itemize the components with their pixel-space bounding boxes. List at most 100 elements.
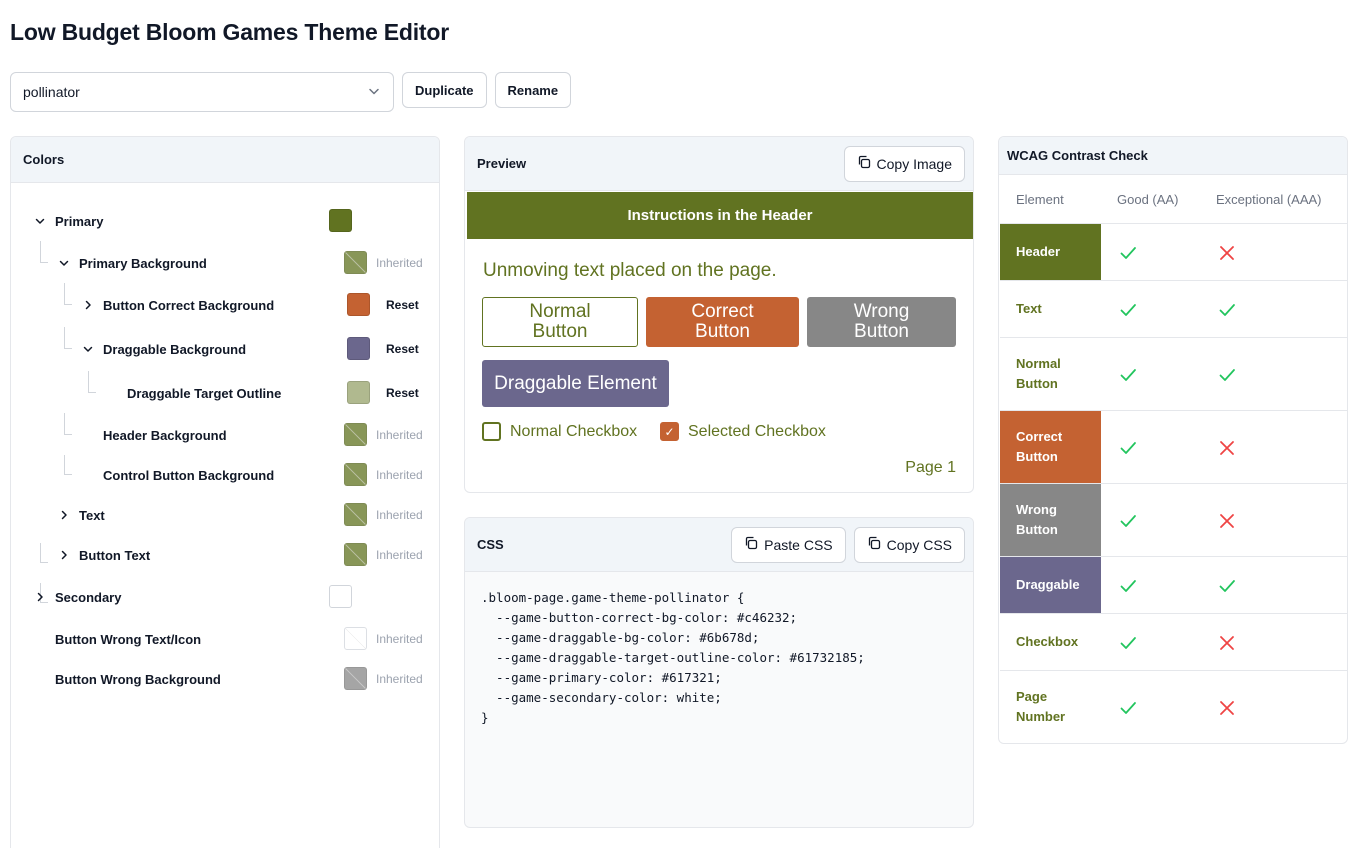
color-swatch[interactable]	[344, 667, 367, 690]
color-swatch[interactable]	[347, 337, 370, 360]
color-item-label: Button Wrong Text/Icon	[55, 631, 202, 647]
color-item-label: Text	[79, 507, 105, 523]
color-item[interactable]: Primary	[11, 209, 439, 233]
inherited-label: Inherited	[376, 548, 423, 562]
x-icon	[1217, 633, 1237, 653]
color-swatch[interactable]	[344, 627, 367, 650]
rename-button[interactable]: Rename	[494, 72, 572, 108]
copy-icon	[867, 536, 881, 553]
css-actions: Paste CSS Copy CSS	[731, 526, 965, 563]
reset-button[interactable]: Reset	[386, 386, 419, 400]
wcag-row: Header	[1000, 224, 1347, 281]
color-swatch[interactable]	[344, 423, 367, 446]
preview-wrong-button[interactable]: Wrong Button	[807, 297, 956, 347]
wcag-row: Page Number	[1000, 671, 1347, 743]
color-swatch[interactable]	[344, 251, 367, 274]
inherited-label: Inherited	[376, 632, 423, 646]
color-item[interactable]: Draggable Target Outline Reset	[11, 381, 439, 405]
chevron-down-icon	[367, 84, 381, 101]
color-swatch[interactable]	[347, 381, 370, 404]
theme-select-value: pollinator	[23, 84, 80, 100]
color-item-label: Control Button Background	[103, 467, 275, 483]
check-icon	[1118, 365, 1138, 385]
wcag-element-cell: Header	[1000, 224, 1101, 280]
colors-panel-header: Colors	[11, 137, 439, 183]
color-item-label: Primary Background	[79, 255, 207, 271]
color-item-label: Button Correct Background	[103, 297, 275, 313]
color-swatch[interactable]	[344, 503, 367, 526]
theme-select[interactable]: pollinator	[10, 72, 394, 112]
chevron-right-icon[interactable]	[33, 590, 47, 604]
chevron-right-icon[interactable]	[57, 508, 71, 522]
copy-css-button[interactable]: Copy CSS	[853, 526, 965, 563]
color-item-label: Button Wrong Background	[55, 671, 221, 687]
chevron-down-icon[interactable]	[33, 214, 47, 228]
preview-normal-button[interactable]: Normal Button	[482, 297, 638, 347]
colors-panel-title: Colors	[23, 152, 65, 167]
preview-panel: Preview Copy Image Instructions in the H…	[464, 136, 974, 493]
copy-image-button[interactable]: Copy Image	[843, 145, 965, 182]
check-icon	[1118, 511, 1138, 531]
color-item[interactable]: Button Correct Background Reset	[11, 293, 439, 317]
preview-draggable-element[interactable]: Draggable Element	[482, 360, 669, 407]
paste-css-label: Paste CSS	[764, 536, 833, 553]
wcag-row: Checkbox	[1000, 614, 1347, 671]
color-item[interactable]: Control Button Background Inherited	[11, 463, 439, 487]
x-icon	[1217, 438, 1237, 458]
inherited-label: Inherited	[376, 672, 423, 686]
duplicate-button[interactable]: Duplicate	[402, 72, 487, 108]
preview-correct-button[interactable]: Correct Button	[646, 297, 799, 347]
color-swatch[interactable]	[347, 293, 370, 316]
preview-selected-checkbox[interactable]: ✓ Selected Checkbox	[660, 422, 826, 441]
color-swatch[interactable]	[329, 585, 352, 608]
checkmark-icon: ✓	[664, 424, 675, 439]
wcag-panel-header: WCAG Contrast Check	[999, 137, 1347, 175]
x-icon	[1217, 698, 1237, 718]
chevron-down-icon[interactable]	[57, 256, 71, 270]
column-header-aa: Good (AA)	[1117, 191, 1179, 207]
css-panel-title: CSS	[477, 537, 504, 552]
check-icon	[1217, 576, 1237, 596]
color-swatch[interactable]	[344, 543, 367, 566]
color-item[interactable]: Primary Background Inherited	[11, 251, 439, 275]
color-item[interactable]: Header Background Inherited	[11, 423, 439, 447]
color-item[interactable]: Text Inherited	[11, 503, 439, 527]
color-item[interactable]: Button Wrong Background Inherited	[11, 667, 439, 691]
color-item[interactable]: Draggable Background Reset	[11, 337, 439, 361]
check-icon	[1118, 243, 1138, 263]
x-icon	[1217, 243, 1237, 263]
inherited-label: Inherited	[376, 428, 423, 442]
wcag-element-cell: Normal Button	[1000, 338, 1101, 410]
wcag-element-cell: Checkbox	[1000, 614, 1101, 670]
css-code[interactable]: .bloom-page.game-theme-pollinator { --ga…	[465, 572, 973, 744]
checkbox-checked-box: ✓	[660, 422, 679, 441]
paste-icon	[744, 536, 758, 553]
reset-button[interactable]: Reset	[386, 298, 419, 312]
color-item[interactable]: Button Text Inherited	[11, 543, 439, 567]
wcag-panel: WCAG Contrast Check Element Good (AA) Ex…	[998, 136, 1348, 744]
reset-button[interactable]: Reset	[386, 342, 419, 356]
color-item[interactable]: Button Wrong Text/Icon Inherited	[11, 627, 439, 651]
copy-image-label: Copy Image	[876, 155, 952, 172]
check-icon	[1118, 438, 1138, 458]
preview-normal-checkbox[interactable]: Normal Checkbox	[482, 422, 637, 441]
wcag-table: Element Good (AA) Exceptional (AAA) Head…	[1000, 175, 1347, 743]
inherited-label: Inherited	[376, 508, 423, 522]
chevron-right-icon[interactable]	[57, 548, 71, 562]
paste-css-button[interactable]: Paste CSS	[731, 526, 846, 563]
wcag-row: Draggable	[1000, 557, 1347, 614]
colors-panel: Colors Primary Primary Background Inherite…	[10, 136, 440, 848]
wcag-panel-title: WCAG Contrast Check	[1007, 148, 1148, 163]
preview-panel-header: Preview Copy Image	[465, 137, 973, 191]
chevron-right-icon[interactable]	[81, 298, 95, 312]
color-swatch[interactable]	[329, 209, 352, 232]
check-icon	[1118, 698, 1138, 718]
wcag-row: Normal Button	[1000, 338, 1347, 411]
chevron-down-icon[interactable]	[81, 342, 95, 356]
color-item[interactable]: Secondary	[11, 585, 439, 609]
wcag-row: Correct Button	[1000, 411, 1347, 484]
css-panel: CSS Paste CSS Copy CSS .bloom-page.game-…	[464, 517, 974, 828]
theme-toolbar: pollinator Duplicate Rename	[10, 72, 572, 112]
color-swatch[interactable]	[344, 463, 367, 486]
color-item-label: Header Background	[103, 427, 227, 443]
